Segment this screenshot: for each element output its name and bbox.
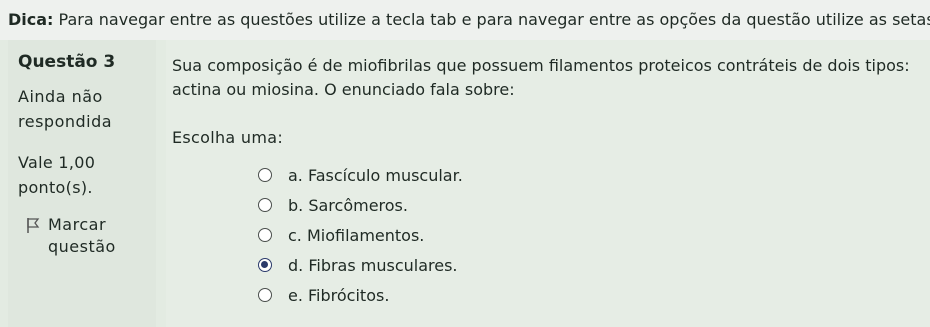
radio-button[interactable] <box>258 168 272 182</box>
status-line-2: respondida <box>18 112 113 131</box>
question-content: Sua composição é de miofibrilas que poss… <box>166 40 930 327</box>
grade-line-2: ponto(s). <box>18 178 93 197</box>
flag-label-line-1: Marcar <box>48 215 107 234</box>
question-text: Sua composição é de miofibrilas que poss… <box>172 56 910 99</box>
grade-line-1: Vale 1,00 <box>18 153 96 172</box>
question-grade: Vale 1,00 ponto(s). <box>18 150 156 200</box>
option-label: c. Miofilamentos. <box>288 225 425 245</box>
option-e[interactable]: e. Fibrócitos. <box>258 280 463 310</box>
tip-text: Para navegar entre as questões utilize a… <box>58 10 930 29</box>
option-label: e. Fibrócitos. <box>288 285 390 305</box>
radio-button[interactable] <box>258 198 272 212</box>
status-line-1: Ainda não <box>18 87 103 106</box>
radio-button[interactable] <box>258 258 272 272</box>
flag-icon <box>27 218 40 233</box>
option-label: d. Fibras musculares. <box>288 255 458 275</box>
option-b[interactable]: b. Sarcômeros. <box>258 190 463 220</box>
answer-options: a. Fascículo muscular. b. Sarcômeros. c.… <box>258 160 463 310</box>
question-status: Ainda não respondida <box>18 84 156 134</box>
tip-label: Dica: <box>8 10 54 29</box>
radio-button[interactable] <box>258 288 272 302</box>
flag-label-line-2: questão <box>48 237 116 256</box>
option-c[interactable]: c. Miofilamentos. <box>258 220 463 250</box>
option-a[interactable]: a. Fascículo muscular. <box>258 160 463 190</box>
option-label: b. Sarcômeros. <box>288 195 408 215</box>
question-info-panel: Questão 3 Ainda não respondida Vale 1,00… <box>8 40 156 327</box>
flag-question-button[interactable]: Marcar questão <box>18 214 156 258</box>
option-d[interactable]: d. Fibras musculares. <box>258 250 463 280</box>
option-label: a. Fascículo muscular. <box>288 165 463 185</box>
question-number: Questão 3 <box>18 52 116 72</box>
radio-button[interactable] <box>258 228 272 242</box>
choose-prompt: Escolha uma: <box>172 128 284 147</box>
navigation-tip: Dica: Para navegar entre as questões uti… <box>0 0 930 40</box>
flag-label: Marcar questão <box>48 214 116 258</box>
